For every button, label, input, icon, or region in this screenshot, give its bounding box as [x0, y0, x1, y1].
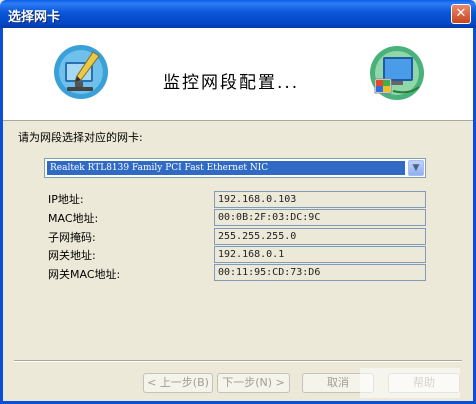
watermark-overlay [360, 368, 460, 398]
header-title: 监控网段配置... [163, 73, 300, 93]
back-button[interactable]: < 上一步(B) [143, 373, 213, 393]
ip-address-field: 192.168.0.103 [214, 191, 426, 208]
button-separator [14, 360, 462, 362]
window-title: 选择网卡 [8, 10, 61, 25]
gateway-mac-label: 网关MAC地址: [48, 268, 121, 281]
wizard-header: 监控网段配置... [3, 28, 473, 121]
network-monitor-icon [369, 45, 425, 101]
choose-nic-prompt: 请为网段选择对应的网卡: [18, 131, 143, 144]
monitor-pen-icon [53, 44, 109, 100]
subnet-mask-label: 子网掩码: [48, 231, 96, 244]
mac-address-label: MAC地址: [48, 212, 99, 225]
dropdown-arrow-icon[interactable]: ▼ [408, 160, 424, 176]
nic-dropdown-value: Realtek RTL8139 Family PCI Fast Ethernet… [47, 161, 405, 175]
title-bar: 选择网卡 ✕ [0, 0, 476, 28]
ip-address-label: IP地址: [48, 193, 84, 206]
gateway-address-label: 网关地址: [48, 249, 96, 262]
next-button[interactable]: 下一步(N) > [217, 373, 290, 393]
gateway-address-field: 192.168.0.1 [214, 246, 426, 263]
gateway-mac-field: 00:11:95:CD:73:D6 [214, 264, 426, 281]
nic-dropdown[interactable]: Realtek RTL8139 Family PCI Fast Ethernet… [44, 158, 426, 178]
subnet-mask-field: 255.255.255.0 [214, 228, 426, 245]
mac-address-field: 00:0B:2F:03:DC:9C [214, 209, 426, 226]
close-button[interactable]: ✕ [451, 4, 471, 24]
